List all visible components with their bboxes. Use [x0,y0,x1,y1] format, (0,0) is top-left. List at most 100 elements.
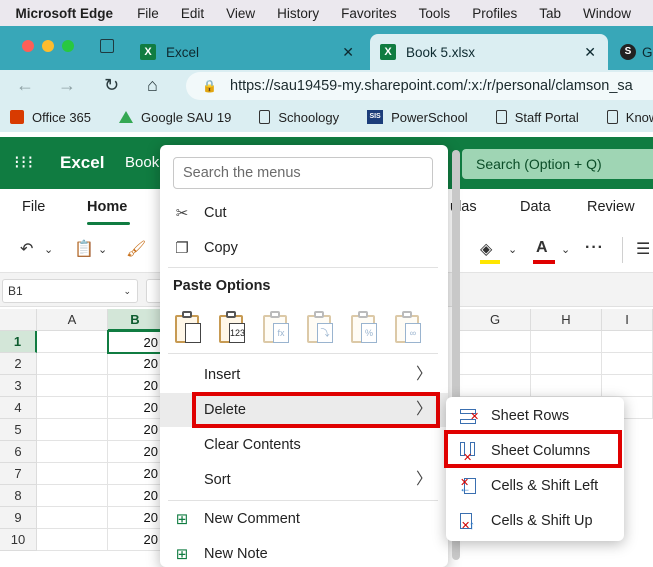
row-header-8[interactable]: 8 [0,485,37,507]
menu-item-sort[interactable]: Sort 〉 [160,463,448,497]
cell-h2[interactable] [531,353,602,375]
back-arrow-icon[interactable]: ← [16,75,34,96]
cell-a8[interactable] [37,485,108,507]
tab-review[interactable]: Review [587,199,635,215]
menubar-favorites[interactable]: Favorites [341,6,397,21]
bookmark-google-sau19[interactable]: Google SAU 19 [109,110,231,125]
cell-b1[interactable]: 20 [107,330,164,354]
format-painter-icon[interactable]: 🖌 [126,239,146,259]
tab-book5[interactable]: X Book 5.xlsx ✕ [370,34,608,70]
column-header-i[interactable]: I [602,309,653,331]
row-header-7[interactable]: 7 [0,463,37,485]
row-header-2[interactable]: 2 [0,353,37,375]
row-header-1[interactable]: 1 [0,331,37,353]
paste-formulas-icon[interactable]: fx [261,309,291,345]
paste-icon[interactable] [173,309,203,345]
menubar-history[interactable]: History [277,6,319,21]
reload-icon[interactable]: ↻ [104,75,119,96]
chevron-down-icon[interactable]: ⌄ [44,243,53,256]
menubar-file[interactable]: File [137,6,159,21]
row-header-10[interactable]: 10 [0,529,37,551]
excel-brand[interactable]: Excel [60,153,104,173]
tab-file[interactable]: File [22,199,45,215]
tab-data[interactable]: Data [520,199,551,215]
align-icon[interactable]: ☰ [636,239,650,259]
cell-i1[interactable] [602,331,653,353]
cell-b8[interactable]: 20 [108,485,163,507]
menubar-edit[interactable]: Edit [181,6,204,21]
cell-a3[interactable] [37,375,108,397]
cell-h1[interactable] [531,331,602,353]
cell-b7[interactable]: 20 [108,463,163,485]
menu-item-copy[interactable]: ❐ Copy [160,231,448,265]
cell-g2[interactable] [460,353,531,375]
cell-b5[interactable]: 20 [108,419,163,441]
menu-item-new-note[interactable]: ⊞ New Note [160,537,448,567]
bookmark-staff-portal[interactable]: Staff Portal [486,110,579,125]
cell-b3[interactable]: 20 [108,375,163,397]
menubar-tab[interactable]: Tab [539,6,561,21]
close-window-button[interactable] [22,40,34,52]
paste-transpose-icon[interactable]: ⤵ [305,309,335,345]
select-all-corner[interactable] [0,309,37,331]
cell-a6[interactable] [37,441,108,463]
bookmark-knowledge-base[interactable]: Knowledge B [597,110,653,125]
column-header-g[interactable]: G [460,309,531,331]
cell-a9[interactable] [37,507,108,529]
chevron-down-icon[interactable]: ⌄ [561,243,570,256]
submenu-item-sheet-rows[interactable]: ✕ Sheet Rows [446,399,624,434]
menu-item-insert[interactable]: Insert 〉 [160,358,448,392]
undo-icon[interactable]: ↶ [20,239,33,259]
menubar-tools[interactable]: Tools [419,6,451,21]
cell-g1[interactable] [460,331,531,353]
tab-home[interactable]: Home [87,199,127,215]
tab-close-icon[interactable]: ✕ [584,44,596,61]
row-header-9[interactable]: 9 [0,507,37,529]
submenu-item-cells-shift-left[interactable]: ← ✕ Cells & Shift Left [446,469,624,504]
bookmark-office365[interactable]: Office 365 [0,110,91,125]
home-icon[interactable]: ⌂ [147,75,158,96]
paste-icon[interactable]: 📋 [74,239,94,259]
menubar-profiles[interactable]: Profiles [472,6,517,21]
font-color-icon[interactable]: A [536,239,548,257]
cell-a7[interactable] [37,463,108,485]
menubar-window[interactable]: Window [583,6,631,21]
menubar-view[interactable]: View [226,6,255,21]
cell-a1[interactable] [37,331,108,353]
menubar-app-name[interactable]: Microsoft Edge [16,6,114,21]
row-header-5[interactable]: 5 [0,419,37,441]
app-launcher-icon[interactable]: ⁝⁝⁝ [14,153,33,171]
chevron-down-icon[interactable]: ⌄ [123,280,131,302]
tab-close-icon[interactable]: ✕ [342,44,354,61]
tab-next[interactable]: S G [612,34,653,70]
minimize-window-button[interactable] [42,40,54,52]
lock-icon[interactable]: 🔒 [202,79,217,93]
menu-item-new-comment[interactable]: ⊞ New Comment [160,502,448,536]
name-box[interactable]: B1 ⌄ [2,279,138,303]
menu-item-cut[interactable]: ✂ Cut [160,196,448,230]
menu-search-input[interactable]: Search the menus [173,157,433,189]
fill-color-icon[interactable]: ◈ [480,239,492,259]
excel-search-input[interactable]: Search (Option + Q) [462,149,653,179]
document-title[interactable]: Book [125,154,159,171]
cell-a10[interactable] [37,529,108,551]
cell-a2[interactable] [37,353,108,375]
address-bar[interactable]: 🔒 https://sau19459-my.sharepoint.com/:x:… [186,72,653,100]
forward-arrow-icon[interactable]: → [58,75,76,96]
bookmark-powerschool[interactable]: SIS PowerSchool [357,110,468,125]
cell-g3[interactable] [460,375,531,397]
paste-formatting-icon[interactable]: % [349,309,379,345]
cell-a4[interactable] [37,397,108,419]
cell-b10[interactable]: 20 [108,529,163,551]
column-header-b[interactable]: B [108,309,163,331]
chevron-down-icon[interactable]: ⌄ [98,243,107,256]
menu-item-clear-contents[interactable]: Clear Contents [160,428,448,462]
tab-excel[interactable]: X Excel ✕ [130,34,366,70]
tab-actions-icon[interactable] [100,39,114,53]
zoom-window-button[interactable] [62,40,74,52]
cell-i3[interactable] [602,375,653,397]
cell-b4[interactable]: 20 [108,397,163,419]
cell-h3[interactable] [531,375,602,397]
row-header-3[interactable]: 3 [0,375,37,397]
paste-link-icon[interactable]: ∞ [393,309,423,345]
